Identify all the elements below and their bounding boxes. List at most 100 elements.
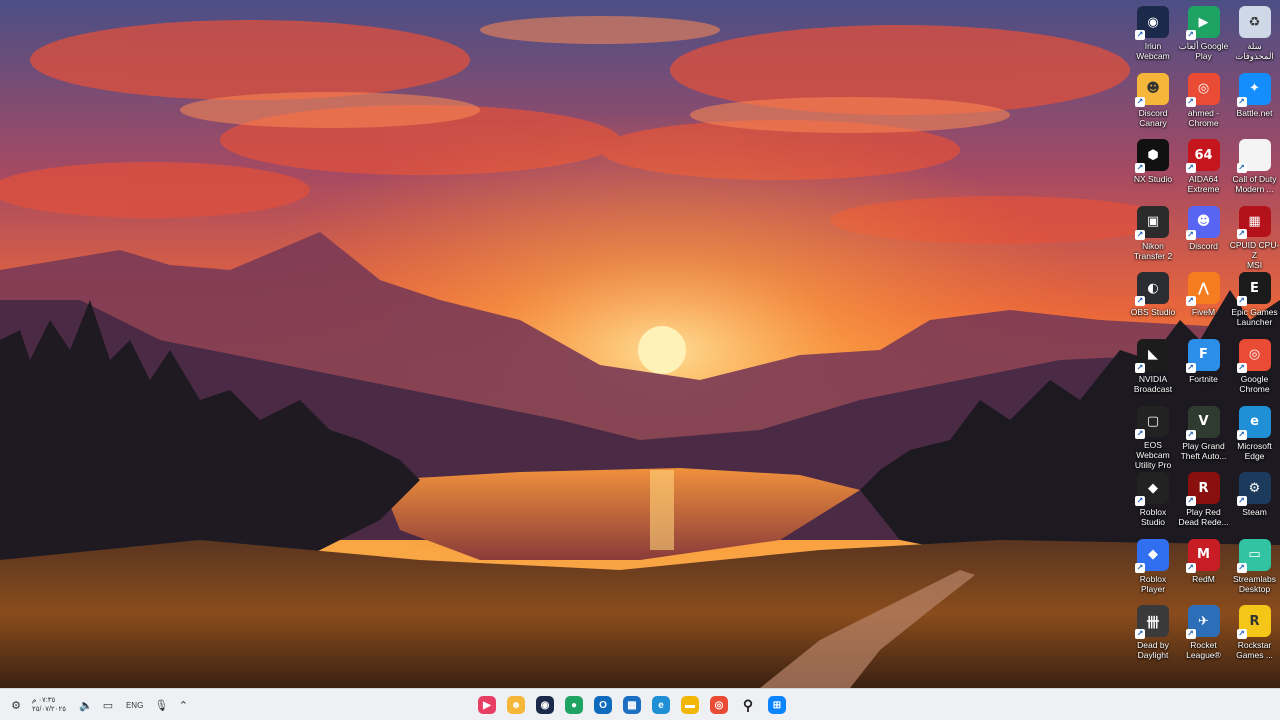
desktop-icon-label: Battle.net: [1236, 107, 1273, 118]
shortcut-arrow-icon: ↗: [1135, 429, 1145, 440]
desktop-icon[interactable]: ◐ ↗ OBS Studio: [1128, 270, 1178, 337]
desktop-icon[interactable]: ⋀ ↗ FiveM: [1178, 270, 1229, 337]
clock-time: ٠٧:٣٥ م: [32, 697, 56, 704]
start-icon: ⊞: [768, 696, 786, 714]
desktop-icon-label: Play Red Dead Rede...: [1178, 507, 1229, 528]
desktop-icon[interactable]: ▢ ↗ EOS Webcam Utility Pro: [1128, 404, 1178, 470]
desktop-icon[interactable]: ◎ ↗ ahmed - Chrome: [1178, 71, 1229, 138]
shortcut-arrow-icon: ↗: [1135, 296, 1145, 307]
language-indicator[interactable]: ENG: [126, 701, 143, 710]
desktop-icon[interactable]: ♻ سلة المحذوفات: [1229, 4, 1280, 71]
desktop-icon[interactable]: ▶ ↗ ألعاب Google Play: [1178, 4, 1229, 71]
icon-glyph: ✦: [1249, 81, 1260, 97]
icon-glyph: ▣: [1146, 214, 1160, 230]
icon-glyph: R: [1198, 480, 1209, 496]
icon-glyph: V: [1198, 414, 1209, 430]
desktop-icon[interactable]: ▦ ↗ CPUID CPU-Z MSI: [1229, 204, 1280, 271]
desktop-icon[interactable]: e ↗ Microsoft Edge: [1229, 404, 1280, 471]
desktop-icon-label: Roblox Player: [1139, 573, 1167, 594]
desktop-icon[interactable]: V ↗ Play Grand Theft Auto...: [1178, 404, 1229, 471]
shortcut-arrow-icon: ↗: [1185, 562, 1196, 573]
shortcut-arrow-icon: ↗: [1236, 296, 1247, 307]
roblox-player-icon: ◆ ↗: [1135, 538, 1169, 573]
recycle-bin-icon: ♻: [1238, 6, 1271, 38]
desktop-icon[interactable]: ↗ Call of Duty Modern ...: [1229, 137, 1280, 204]
nvidia-broadcast-icon: ◣ ↗: [1135, 338, 1169, 373]
icon-glyph: 64: [1194, 147, 1213, 163]
iriun-webcam-icon: ◉: [536, 696, 554, 714]
desktop-icon[interactable]: R ↗ Play Red Dead Rede...: [1178, 470, 1229, 537]
desktop-icon[interactable]: R ↗ Rockstar Games ...: [1229, 603, 1280, 670]
desktop-icon-label: Discord Canary: [1138, 107, 1168, 128]
desktop-icon[interactable]: ◆ ↗ Roblox Studio: [1128, 470, 1178, 537]
volume-icon[interactable]: 🔈: [78, 699, 94, 712]
desktop-icon[interactable]: ⚙ ↗ Steam: [1229, 470, 1280, 537]
shortcut-arrow-icon: ↗: [1236, 163, 1247, 174]
file-explorer-taskbar-icon[interactable]: ▬: [679, 692, 701, 718]
desktop-icon[interactable]: ◉ ↗ Iriun Webcam: [1128, 4, 1178, 71]
google-play-games-taskbar-icon[interactable]: ▶: [476, 692, 498, 718]
desktop-icon[interactable]: ⬢ ↗ NX Studio: [1128, 137, 1178, 204]
desktop-icon[interactable]: 64 ↗ AIDA64 Extreme: [1178, 137, 1229, 204]
desktop-icon[interactable]: ✈ ↗ Rocket League®: [1178, 603, 1229, 670]
desktop-icon[interactable]: E ↗ Epic Games Launcher: [1229, 270, 1280, 337]
desktop-icon[interactable]: 卌 ↗ Dead by Daylight: [1128, 603, 1178, 670]
rockstar-icon: R ↗: [1236, 605, 1271, 640]
shortcut-arrow-icon: ↗: [1185, 296, 1196, 307]
shortcut-arrow-icon: ↗: [1236, 629, 1247, 640]
desktop-icon-label: CPUID CPU-Z MSI: [1229, 240, 1280, 271]
fivem-icon: ⋀ ↗: [1185, 272, 1220, 307]
edge-taskbar-icon[interactable]: e: [650, 692, 672, 718]
desktop-icon[interactable]: F ↗ Fortnite: [1178, 337, 1229, 404]
start-taskbar-icon[interactable]: ⊞: [766, 692, 788, 718]
chat-app-icon: ●: [565, 696, 583, 714]
iriun-webcam-taskbar-icon[interactable]: ◉: [534, 692, 556, 718]
network-icon[interactable]: ▭: [100, 699, 116, 712]
search-taskbar-icon[interactable]: ⚲: [737, 692, 759, 718]
desktop-icon-label: Google Chrome: [1239, 373, 1270, 394]
discord-canary-taskbar-icon[interactable]: ☻: [505, 692, 527, 718]
desktop[interactable]: ♻ سلة المحذوفات ▶ ↗ ألعاب Google Play ◉ ↗ Iriun…: [0, 0, 1280, 688]
aida64-icon: 64 ↗: [1185, 139, 1220, 174]
icon-glyph: M: [1197, 547, 1210, 563]
outlook-taskbar-icon[interactable]: O: [592, 692, 614, 718]
fortnite-icon: F ↗: [1185, 338, 1220, 373]
icon-glyph: ▦: [1248, 214, 1261, 230]
shortcut-arrow-icon: ↗: [1185, 496, 1196, 507]
chrome-icon: ◎ ↗: [1236, 338, 1271, 373]
rocket-league-icon: ✈ ↗: [1185, 605, 1220, 640]
desktop-icon[interactable]: ◆ ↗ Roblox Player: [1128, 537, 1178, 604]
desktop-icon-label: RedM: [1192, 573, 1215, 584]
desktop-icon[interactable]: ◎ ↗ Google Chrome: [1229, 337, 1280, 404]
desktop-icon-label: NX Studio: [1133, 174, 1173, 185]
edge-icon: e ↗: [1236, 405, 1271, 440]
search-icon: ⚲: [742, 696, 754, 713]
rdr2-icon: R ↗: [1185, 472, 1220, 507]
desktop-icon-label: ألعاب Google Play: [1178, 41, 1229, 61]
chrome-taskbar-icon[interactable]: ◎: [708, 692, 730, 718]
microphone-icon[interactable]: 🎙: [153, 699, 169, 712]
desktop-icon[interactable]: ☻ ↗ Discord: [1178, 204, 1229, 271]
desktop-icon[interactable]: ✦ ↗ Battle.net: [1229, 71, 1280, 138]
chevron-up-icon[interactable]: ⌃: [175, 699, 191, 712]
desktop-icon[interactable]: ◣ ↗ NVIDIA Broadcast: [1128, 337, 1178, 404]
icon-glyph: ◎: [1248, 347, 1261, 363]
desktop-icon[interactable]: ☻ ↗ Discord Canary: [1128, 71, 1178, 138]
desktop-icon[interactable]: ▣ ↗ Nikon Transfer 2: [1128, 204, 1178, 271]
settings-icon[interactable]: ⚙: [8, 699, 24, 712]
store-taskbar-icon[interactable]: ▦: [621, 692, 643, 718]
icon-glyph: ✈: [1198, 613, 1209, 629]
chrome-icon: ◎: [710, 696, 728, 714]
icon-glyph: ◆: [1148, 480, 1158, 496]
desktop-icon-label: Epic Games Launcher: [1231, 307, 1278, 328]
chat-app-taskbar-icon[interactable]: ●: [563, 692, 585, 718]
obs-icon: ◐ ↗: [1135, 272, 1169, 307]
desktop-icon-label: Iriun Webcam: [1136, 41, 1170, 61]
icon-glyph: ☻: [1146, 81, 1160, 97]
icon-glyph: ▢: [1146, 413, 1160, 429]
desktop-icon-label: Play Grand Theft Auto...: [1180, 440, 1227, 461]
desktop-icon[interactable]: M ↗ RedM: [1178, 537, 1229, 604]
desktop-icon[interactable]: ▭ ↗ Streamlabs Desktop: [1229, 537, 1280, 604]
clock-date: ٢٥/٠٧/٢٠٢٥: [32, 706, 66, 713]
clock[interactable]: ٠٧:٣٥ م ٢٥/٠٧/٢٠٢٥: [32, 696, 66, 714]
